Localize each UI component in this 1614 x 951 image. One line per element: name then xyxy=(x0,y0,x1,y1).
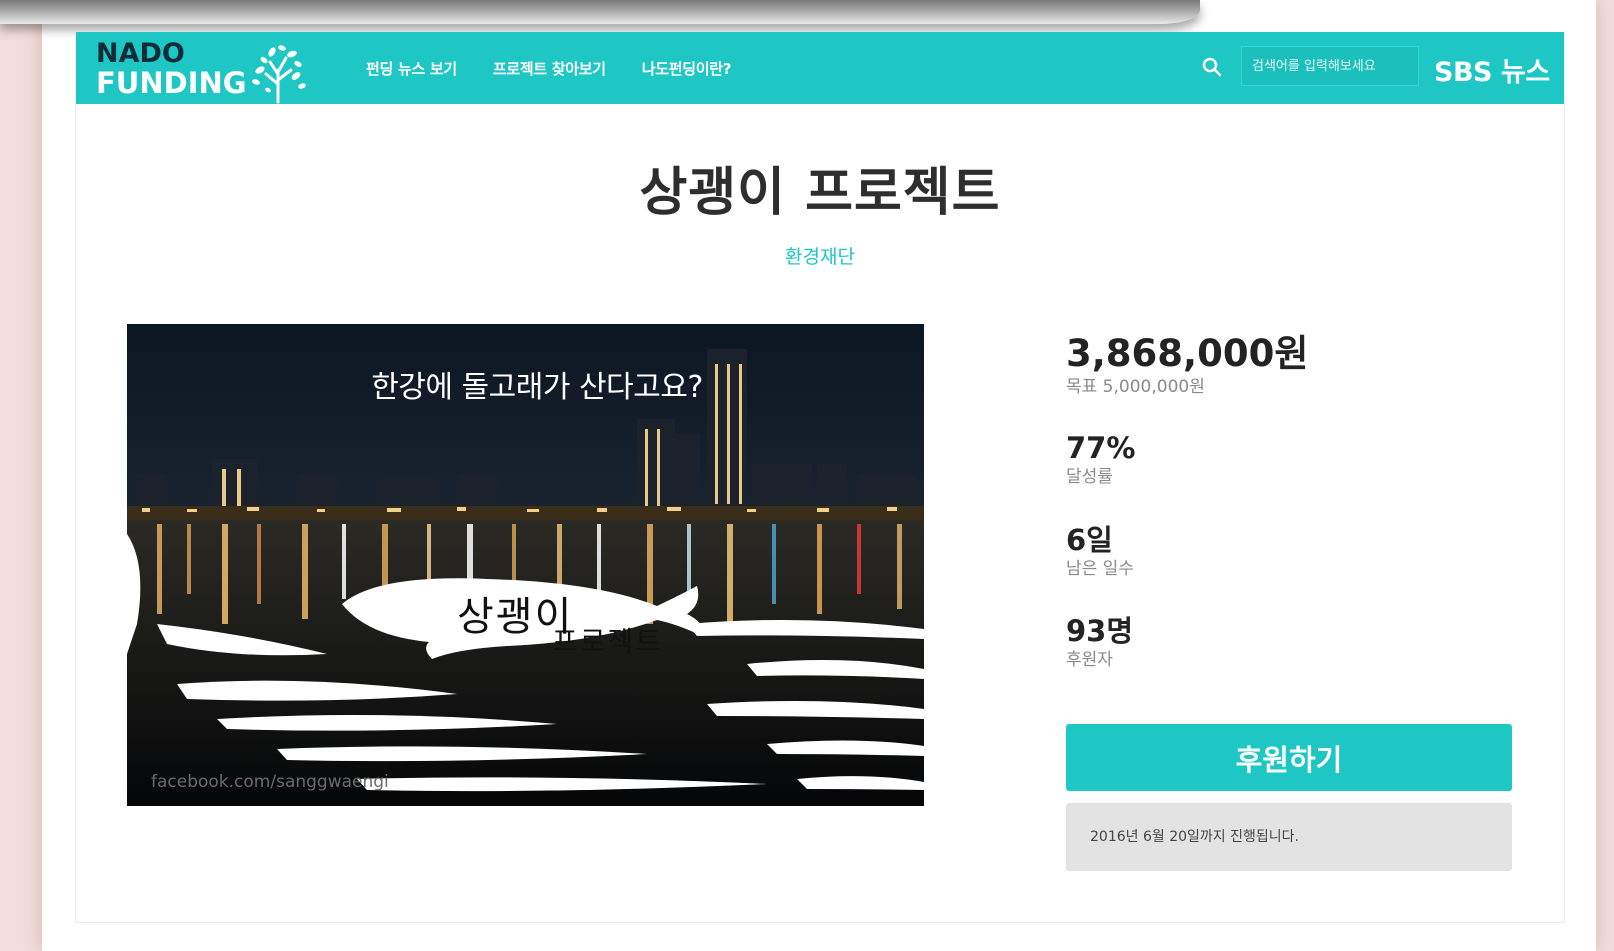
stat-backers: 93명 후원자 xyxy=(1066,613,1133,671)
nav-about[interactable]: 나도펀딩이란? xyxy=(642,58,732,79)
support-button[interactable]: 후원하기 xyxy=(1066,724,1512,791)
raised-amount: 3,868,000원 xyxy=(1066,332,1309,375)
stat-raised: 3,868,000원 목표 5,000,000원 xyxy=(1066,332,1308,398)
tree-icon xyxy=(252,45,306,104)
nado-funding-logo[interactable]: NADO FUNDING xyxy=(96,38,316,104)
backers-value: 93명 xyxy=(1066,614,1134,648)
sbs-news-logo[interactable]: SBS 뉴스 xyxy=(1434,50,1550,89)
nav-find-projects[interactable]: 프로젝트 찾아보기 xyxy=(493,58,606,79)
hero-credit: facebook.com/sanggwaengi xyxy=(151,772,389,792)
project-organization-link[interactable]: 환경재단 xyxy=(76,242,1564,269)
goal-amount: 목표 5,000,000원 xyxy=(1066,377,1205,397)
deadline-notice: 2016년 6월 20일까지 진행됩니다. xyxy=(1066,803,1512,871)
stat-percent: 77% 달성률 xyxy=(1066,430,1135,488)
project-hero-image: 한강에 돌고래가 산다고요? 상괭이 프로젝트 facebook.com/san… xyxy=(127,324,924,806)
stat-days: 6일 남은 일수 xyxy=(1066,522,1134,580)
site-header: NADO FUNDING 펀딩 뉴스 보기 프로젝트 찾아보기 나도펀딩이란? … xyxy=(76,32,1564,104)
days-value: 6일 xyxy=(1066,523,1113,557)
backers-label: 후원자 xyxy=(1066,650,1113,670)
days-label: 남은 일수 xyxy=(1066,559,1134,579)
nav-funding-news[interactable]: 펀딩 뉴스 보기 xyxy=(366,58,457,79)
project-title: 상괭이 프로젝트 xyxy=(639,163,1001,223)
hero-headline: 한강에 돌고래가 산다고요? xyxy=(371,370,703,405)
search-icon[interactable] xyxy=(1199,54,1225,80)
search-input[interactable] xyxy=(1241,46,1419,86)
webpage: NADO FUNDING 펀딩 뉴스 보기 프로젝트 찾아보기 나도펀딩이란? … xyxy=(75,32,1565,923)
logo-text-top: NADO xyxy=(96,38,185,69)
main-nav: 펀딩 뉴스 보기 프로젝트 찾아보기 나도펀딩이란? xyxy=(366,32,767,104)
logo-text-bottom: FUNDING xyxy=(96,66,247,100)
percent-value: 77% xyxy=(1066,431,1136,465)
percent-label: 달성률 xyxy=(1066,467,1113,487)
hero-whale-subtitle: 프로젝트 xyxy=(552,625,664,658)
page-curl-shadow xyxy=(0,0,1200,24)
